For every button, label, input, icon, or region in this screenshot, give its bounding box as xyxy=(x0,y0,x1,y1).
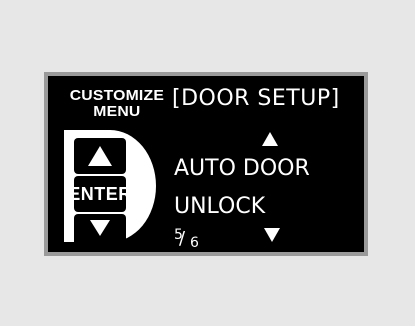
enter-button-label: ENTER xyxy=(68,183,132,204)
menu-title: [DOOR SETUP] xyxy=(172,86,340,111)
heading-line2: MENU xyxy=(93,103,141,120)
instrument-diagram: CUSTOMIZE MENU ENTER [DOOR SETUP] AUTO D… xyxy=(0,0,415,326)
up-button[interactable] xyxy=(74,138,126,174)
triangle-up-icon xyxy=(88,146,112,166)
page-separator: / xyxy=(179,228,186,249)
customize-menu-heading: CUSTOMIZE MENU xyxy=(56,88,178,119)
customize-menu-display: CUSTOMIZE MENU ENTER [DOOR SETUP] AUTO D… xyxy=(48,76,364,252)
heading-line1: CUSTOMIZE xyxy=(69,87,165,104)
menu-item-unlock[interactable]: UNLOCK xyxy=(174,196,265,218)
menu-item-auto-door[interactable]: AUTO DOOR xyxy=(174,158,310,180)
page-indicator: 5 / 6 xyxy=(174,228,208,252)
page-total: 6 xyxy=(190,235,199,251)
scroll-up-indicator-icon xyxy=(262,132,278,146)
enter-button[interactable]: ENTER xyxy=(68,176,131,212)
display-bezel: CUSTOMIZE MENU ENTER [DOOR SETUP] AUTO D… xyxy=(44,72,368,256)
down-button[interactable] xyxy=(74,214,126,242)
triangle-down-icon xyxy=(90,220,110,236)
scroll-down-indicator-icon xyxy=(264,228,280,242)
